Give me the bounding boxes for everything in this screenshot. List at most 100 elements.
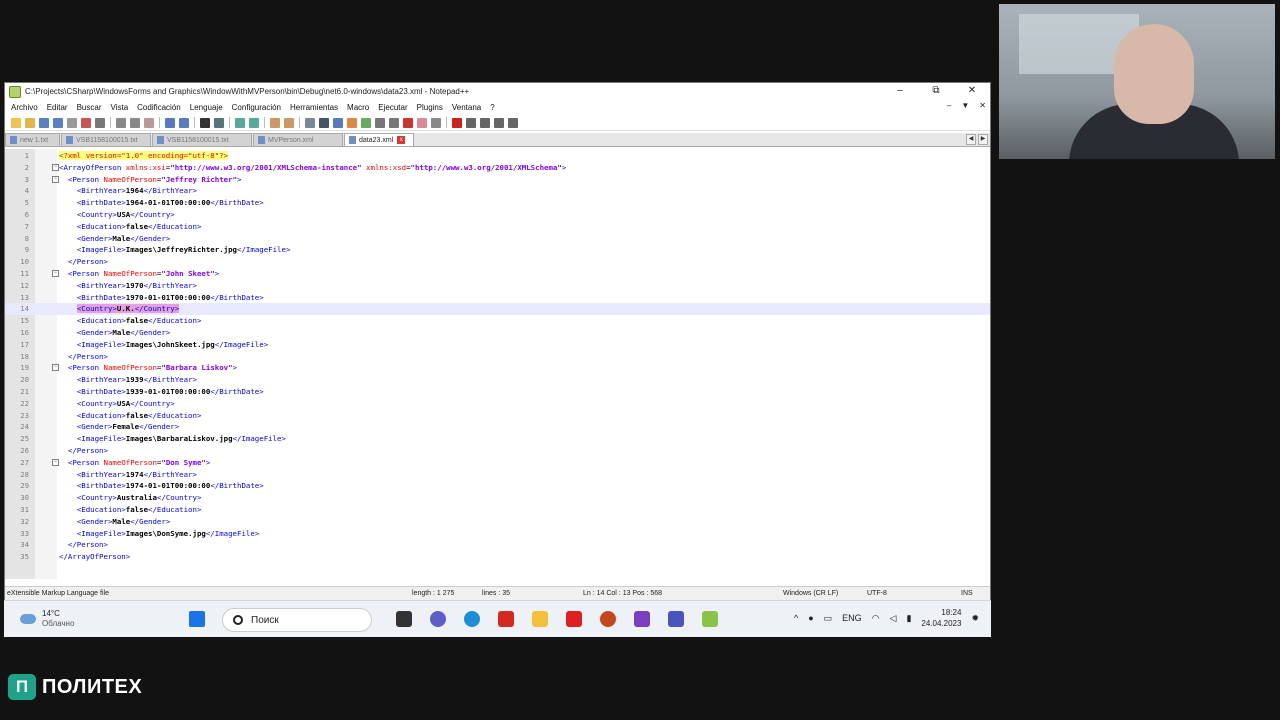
menu-editar[interactable]: Editar	[47, 103, 68, 112]
zoom-in-icon[interactable]	[235, 117, 245, 128]
code-line[interactable]: 29 <BirthDate>1974-01-01T00:00:00</Birth…	[5, 480, 990, 492]
code-line[interactable]: 17 <ImageFile>Images\JohnSkeet.jpg</Imag…	[5, 339, 990, 351]
code-line[interactable]: 19 − <Person NameOfPerson="Barbara Liskov…	[5, 362, 990, 374]
code-editor[interactable]: 1 <?xml version="1.0" encoding="utf-8"?> 2…	[5, 149, 990, 579]
code-line[interactable]: 31 <Education>false</Education>	[5, 504, 990, 516]
menu-help[interactable]: ?	[490, 103, 494, 112]
menu-ventana[interactable]: Ventana	[452, 103, 481, 112]
save-icon[interactable]	[39, 117, 49, 128]
mdi-close-button[interactable]: ✕	[979, 101, 986, 110]
menu-herramientas[interactable]: Herramientas	[290, 103, 338, 112]
code-line[interactable]: 6 <Country>USA</Country>	[5, 209, 990, 221]
weather-widget[interactable]: 14°C Облачно	[20, 609, 74, 629]
edge-icon[interactable]	[464, 611, 480, 627]
code-line[interactable]: 1 <?xml version="1.0" encoding="utf-8"?>	[5, 150, 990, 162]
code-line[interactable]: 5 <BirthDate>1964-01-01T00:00:00</BirthD…	[5, 197, 990, 209]
code-line[interactable]: 16 <Gender>Male</Gender>	[5, 327, 990, 339]
redo-icon[interactable]	[179, 117, 189, 128]
volume-icon[interactable]: ◁	[890, 613, 897, 624]
minimize-button[interactable]: –	[882, 83, 918, 100]
close-button[interactable]: ✕	[954, 83, 990, 100]
yandex-browser-icon[interactable]	[566, 611, 582, 627]
clock[interactable]: 18:24 24.04.2023	[921, 607, 961, 629]
code-line[interactable]: 4 <BirthYear>1964</BirthYear>	[5, 185, 990, 197]
menu-lenguaje[interactable]: Lenguaje	[190, 103, 223, 112]
wifi-icon[interactable]: ◠	[872, 613, 880, 624]
code-line[interactable]: 10 </Person>	[5, 256, 990, 268]
undo-icon[interactable]	[165, 117, 175, 128]
eye-icon[interactable]	[431, 117, 441, 128]
code-line[interactable]: 3 − <Person NameOfPerson="Jeffrey Richter…	[5, 174, 990, 186]
code-line[interactable]: 14 <Country>U.K.</Country>	[5, 303, 990, 316]
chat-icon[interactable]	[430, 611, 446, 627]
new-file-icon[interactable]	[11, 117, 21, 128]
code-line[interactable]: 24 <Gender>Female</Gender>	[5, 421, 990, 433]
paste-icon[interactable]	[144, 117, 154, 128]
replace-icon[interactable]	[214, 117, 224, 128]
file-explorer-icon[interactable]	[532, 611, 548, 627]
menu-archivo[interactable]: Archivo	[11, 103, 38, 112]
notepadpp-taskbar-icon[interactable]	[702, 611, 718, 627]
code-line[interactable]: 7 <Education>false</Education>	[5, 221, 990, 233]
tab-vsb-2[interactable]: VSB1158100015.txt	[152, 133, 252, 146]
title-bar[interactable]: C:\Projects\CSharp\WindowsForms and Grap…	[5, 83, 990, 100]
tab-scroll-left-icon[interactable]: ◀	[966, 134, 976, 145]
record-macro-icon[interactable]	[452, 117, 462, 128]
status-encoding[interactable]: UTF-8	[867, 590, 887, 597]
code-line[interactable]: 9 <ImageFile>Images\JeffreyRichter.jpg</…	[5, 244, 990, 256]
code-line[interactable]: 11 − <Person NameOfPerson="John Skeet">	[5, 268, 990, 280]
notification-icon[interactable]: ✹	[971, 613, 979, 624]
copy-icon[interactable]	[130, 117, 140, 128]
play-macro-icon[interactable]	[480, 117, 490, 128]
code-line[interactable]: 13 <BirthDate>1970-01-01T00:00:00</Birth…	[5, 292, 990, 304]
code-line[interactable]: 27 − <Person NameOfPerson="Don Syme">	[5, 457, 990, 469]
sync-horizontal-icon[interactable]	[284, 117, 294, 128]
code-line[interactable]: 26 </Person>	[5, 445, 990, 457]
language-icon[interactable]	[347, 117, 357, 128]
code-line[interactable]: 25 <ImageFile>Images\BarbaraLiskov.jpg</…	[5, 433, 990, 445]
powerpoint-icon[interactable]	[600, 611, 616, 627]
fold-toggle-icon[interactable]: −	[52, 270, 59, 277]
language-indicator[interactable]: ENG	[842, 613, 862, 623]
close-file-icon[interactable]	[67, 117, 77, 128]
run-macro-multiple-icon[interactable]	[494, 117, 504, 128]
code-line[interactable]: 22 <Country>USA</Country>	[5, 398, 990, 410]
battery-icon[interactable]: ▮	[906, 613, 911, 624]
code-line[interactable]: 23 <Education>false</Education>	[5, 410, 990, 422]
sync-vertical-icon[interactable]	[270, 117, 280, 128]
code-line[interactable]: 21 <BirthDate>1939-01-01T00:00:00</Birth…	[5, 386, 990, 398]
mdi-minimize-button[interactable]: –	[947, 101, 951, 110]
code-line[interactable]: 12 <BirthYear>1970</BirthYear>	[5, 280, 990, 292]
code-line[interactable]: 28 <BirthYear>1974</BirthYear>	[5, 469, 990, 481]
status-eol[interactable]: Windows (CR LF)	[783, 590, 838, 597]
tab-scroll-right-icon[interactable]: ▶	[978, 134, 988, 145]
indent-guide-icon[interactable]	[333, 117, 343, 128]
visual-studio-icon[interactable]	[634, 611, 650, 627]
code-line[interactable]: 15 <Education>false</Education>	[5, 315, 990, 327]
menu-buscar[interactable]: Buscar	[77, 103, 102, 112]
mdi-dropdown-button[interactable]: ▼	[961, 101, 969, 110]
menu-plugins[interactable]: Plugins	[417, 103, 443, 112]
function-list-icon[interactable]	[375, 117, 385, 128]
menu-configuracion[interactable]: Configuración	[232, 103, 281, 112]
stop-macro-icon[interactable]	[466, 117, 476, 128]
close-all-icon[interactable]	[81, 117, 91, 128]
save-all-icon[interactable]	[53, 117, 63, 128]
fold-toggle-icon[interactable]: −	[52, 364, 59, 372]
tab-data23[interactable]: data23.xml x	[344, 133, 414, 146]
code-line[interactable]: 30 <Country>Australia</Country>	[5, 492, 990, 504]
tab-vsb-1[interactable]: VSB1158100015.txt	[61, 133, 151, 146]
acrobat-icon[interactable]	[498, 611, 514, 627]
code-line[interactable]: 32 <Gender>Male</Gender>	[5, 516, 990, 528]
task-view-icon[interactable]	[396, 611, 412, 627]
code-line[interactable]: 18 </Person>	[5, 351, 990, 363]
teams-icon[interactable]	[668, 611, 684, 627]
tab-mvperson[interactable]: MVPerson.xml	[253, 133, 343, 146]
code-line[interactable]: 2 − <ArrayOfPerson xmlns:xsi="http://www.w…	[5, 162, 990, 174]
code-line[interactable]: 35 </ArrayOfPerson>	[5, 551, 990, 563]
show-all-chars-icon[interactable]	[319, 117, 329, 128]
code-line[interactable]: 33 <ImageFile>Images\DonSyme.jpg</ImageF…	[5, 528, 990, 540]
find-icon[interactable]	[200, 117, 210, 128]
save-macro-icon[interactable]	[508, 117, 518, 128]
code-line[interactable]: 8 <Gender>Male</Gender>	[5, 233, 990, 245]
